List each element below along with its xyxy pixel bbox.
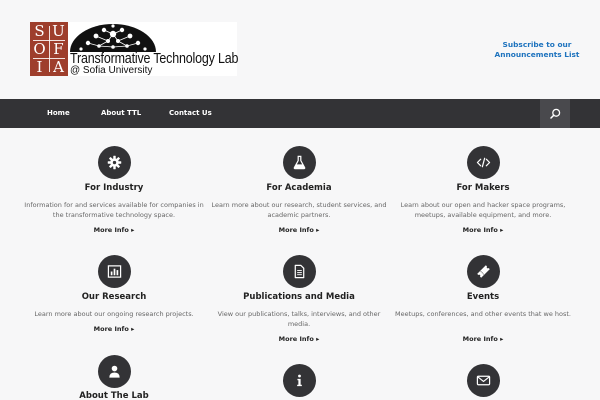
logo-letter: F <box>53 40 64 58</box>
card-description: View our publications, talks, interviews… <box>217 310 381 328</box>
card-description: Learn more about our research, student s… <box>211 201 387 219</box>
logo-subtitle: @ Sofia University <box>70 65 153 76</box>
envelope-icon <box>476 375 491 386</box>
card-description: Information for and services available f… <box>24 201 204 219</box>
info-icon <box>297 374 302 387</box>
more-info-link[interactable]: More Info ▸ <box>209 225 389 235</box>
card-title: For Academia <box>266 183 332 193</box>
icon-circle <box>283 364 316 397</box>
icon-circle <box>283 255 316 288</box>
sofia-logo-mark: S U O F I A <box>30 22 68 76</box>
icon-circle <box>467 146 500 179</box>
logo-divider <box>33 58 65 59</box>
card-title: For Industry <box>84 183 144 193</box>
more-info-link[interactable]: More Info ▸ <box>209 334 389 344</box>
logo-divider <box>48 26 50 72</box>
logo-letter: O <box>33 40 46 58</box>
logo-divider <box>33 40 65 41</box>
nav-item-about-ttl[interactable]: About TTL <box>101 99 141 128</box>
card-title: About The Lab <box>79 391 149 400</box>
document-icon <box>294 264 305 279</box>
card-description: Learn about our open and hacker space pr… <box>400 201 566 219</box>
main-nav: Home About TTL Contact Us <box>0 99 600 128</box>
ticket-icon <box>477 265 490 278</box>
card-title: Publications and Media <box>243 292 355 302</box>
card-description: Meetups, conferences, and other events t… <box>394 310 571 318</box>
icon-circle <box>98 255 131 288</box>
user-icon <box>109 365 120 378</box>
subscribe-link[interactable]: Subscribe to our Announcements List <box>490 40 584 60</box>
more-info-link[interactable]: More Info ▸ <box>393 225 573 235</box>
icon-circle <box>283 146 316 179</box>
more-info-link[interactable]: More Info ▸ <box>24 324 204 334</box>
nav-item-home[interactable]: Home <box>47 99 70 128</box>
site-logo[interactable]: S U O F I A Transformative Technology La… <box>30 22 238 76</box>
icon-circle <box>467 364 500 397</box>
logo-letter: U <box>52 22 65 40</box>
logo-letter: I <box>36 58 43 76</box>
icon-circle <box>98 146 131 179</box>
card-description: Learn more about our ongoing research pr… <box>34 310 194 318</box>
code-icon <box>476 157 491 168</box>
logo-letter: A <box>53 58 64 76</box>
site-header: S U O F I A Transformative Technology La… <box>0 0 600 99</box>
card-title: For Makers <box>456 183 510 193</box>
more-info-link[interactable]: More Info ▸ <box>393 334 573 344</box>
icon-circle <box>467 255 500 288</box>
gear-icon <box>107 155 122 170</box>
bar-chart-icon <box>107 265 122 278</box>
search-icon <box>550 108 561 119</box>
search-button[interactable] <box>540 99 570 128</box>
nav-item-contact-us[interactable]: Contact Us <box>169 99 212 128</box>
card-title: Our Research <box>81 292 147 302</box>
card-title: Events <box>466 292 500 302</box>
logo-letter: S <box>34 22 45 40</box>
icon-circle <box>98 355 131 388</box>
flask-icon <box>293 155 306 170</box>
lab-emblem-icon <box>70 24 156 52</box>
more-info-link[interactable]: More Info ▸ <box>24 225 204 235</box>
